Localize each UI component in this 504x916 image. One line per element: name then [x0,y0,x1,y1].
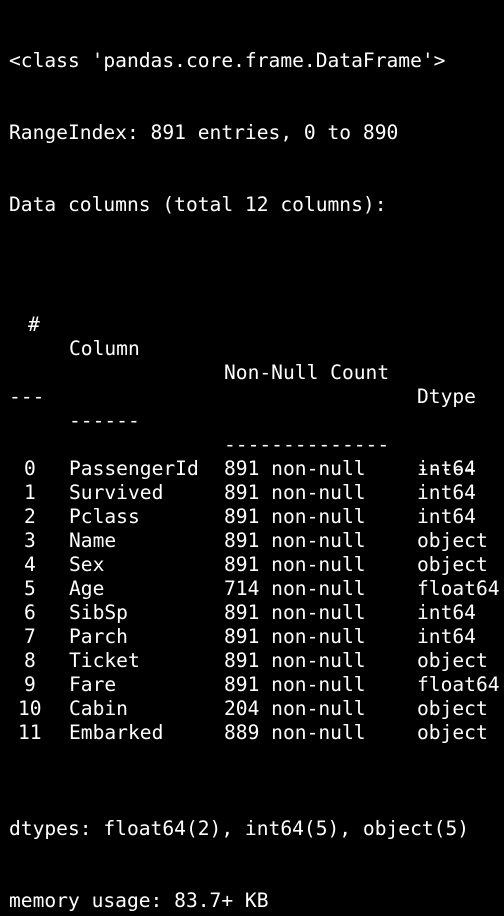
row-dtype: object [417,721,488,744]
table-row: 8 Ticket 891 non-null object [9,649,504,673]
row-index: 1 [24,481,36,504]
row-non-null-count: 714 non-null [224,577,366,600]
row-column-name: PassengerId [69,457,199,480]
row-dtype: int64 [417,481,476,504]
row-column-name: Fare [69,673,117,696]
row-column-name: Embarked [69,721,164,744]
table-row: 2 Pclass 891 non-null int64 [9,505,504,529]
table-row: 3 Name 891 non-null object [9,529,504,553]
row-dtype: int64 [417,625,476,648]
row-dtype: float64 [417,673,500,696]
row-index: 6 [24,601,36,624]
memory-usage-line: memory usage: 83.7+ KB [9,889,269,912]
row-index: 5 [24,577,36,600]
table-row: 7 Parch 891 non-null int64 [9,625,504,649]
row-index: 8 [24,649,36,672]
class-line: <class 'pandas.core.frame.DataFrame'> [9,49,446,72]
row-dtype: float64 [417,577,500,600]
row-non-null-count: 891 non-null [224,505,366,528]
row-dtype: object [417,529,488,552]
row-non-null-count: 891 non-null [224,481,366,504]
table-row: 9 Fare 891 non-null float64 [9,673,504,697]
table-row: 0 PassengerId 891 non-null int64 [9,457,504,481]
row-non-null-count: 889 non-null [224,721,366,744]
row-index: 9 [24,673,36,696]
separator-column: ------ [69,409,140,432]
row-index: 2 [24,505,36,528]
header-num: # [28,313,40,336]
row-index: 10 [18,697,42,720]
separator-num: --- [9,385,45,408]
row-non-null-count: 891 non-null [224,649,366,672]
range-index-line: RangeIndex: 891 entries, 0 to 890 [9,121,399,144]
row-non-null-count: 891 non-null [224,673,366,696]
row-dtype: object [417,649,488,672]
row-column-name: Cabin [69,697,128,720]
row-dtype: int64 [417,601,476,624]
row-column-name: Pclass [69,505,140,528]
data-columns-line: Data columns (total 12 columns): [9,193,387,216]
table-separator-row: --- ------ -------------- ----- [9,361,504,480]
row-dtype: object [417,697,488,720]
terminal-output: <class 'pandas.core.frame.DataFrame'> Ra… [0,0,504,912]
table-row: 6 SibSp 891 non-null int64 [9,601,504,625]
separator-count: -------------- [224,433,390,456]
row-column-name: Ticket [69,649,140,672]
row-non-null-count: 204 non-null [224,697,366,720]
row-dtype: object [417,553,488,576]
row-index: 7 [24,625,36,648]
row-column-name: Survived [69,481,164,504]
header-dtype: Dtype [417,385,476,408]
table-header-row: # Column Non-Null Count Dtype [9,289,504,408]
table-row: 4 Sex 891 non-null object [9,553,504,577]
row-non-null-count: 891 non-null [224,625,366,648]
row-index: 3 [24,529,36,552]
row-index: 11 [18,721,42,744]
header-column: Column [69,337,140,360]
row-column-name: Sex [69,553,105,576]
row-dtype: int64 [417,457,476,480]
table-row: 5 Age 714 non-null float64 [9,577,504,601]
row-index: 4 [24,553,36,576]
table-body: 0 PassengerId 891 non-null int64 1 Survived 89… [9,457,504,745]
row-non-null-count: 891 non-null [224,601,366,624]
row-column-name: Parch [69,625,128,648]
table-row: 10 Cabin 204 non-null object [9,697,504,721]
table-row: 1 Survived 891 non-null int64 [9,481,504,505]
table-row: 11 Embarked 889 non-null object [9,721,504,745]
row-column-name: Age [69,577,105,600]
row-index: 0 [24,457,36,480]
row-dtype: int64 [417,505,476,528]
row-column-name: Name [69,529,117,552]
row-non-null-count: 891 non-null [224,457,366,480]
row-non-null-count: 891 non-null [224,553,366,576]
dtypes-line: dtypes: float64(2), int64(5), object(5) [9,817,470,840]
row-non-null-count: 891 non-null [224,529,366,552]
row-column-name: SibSp [69,601,128,624]
